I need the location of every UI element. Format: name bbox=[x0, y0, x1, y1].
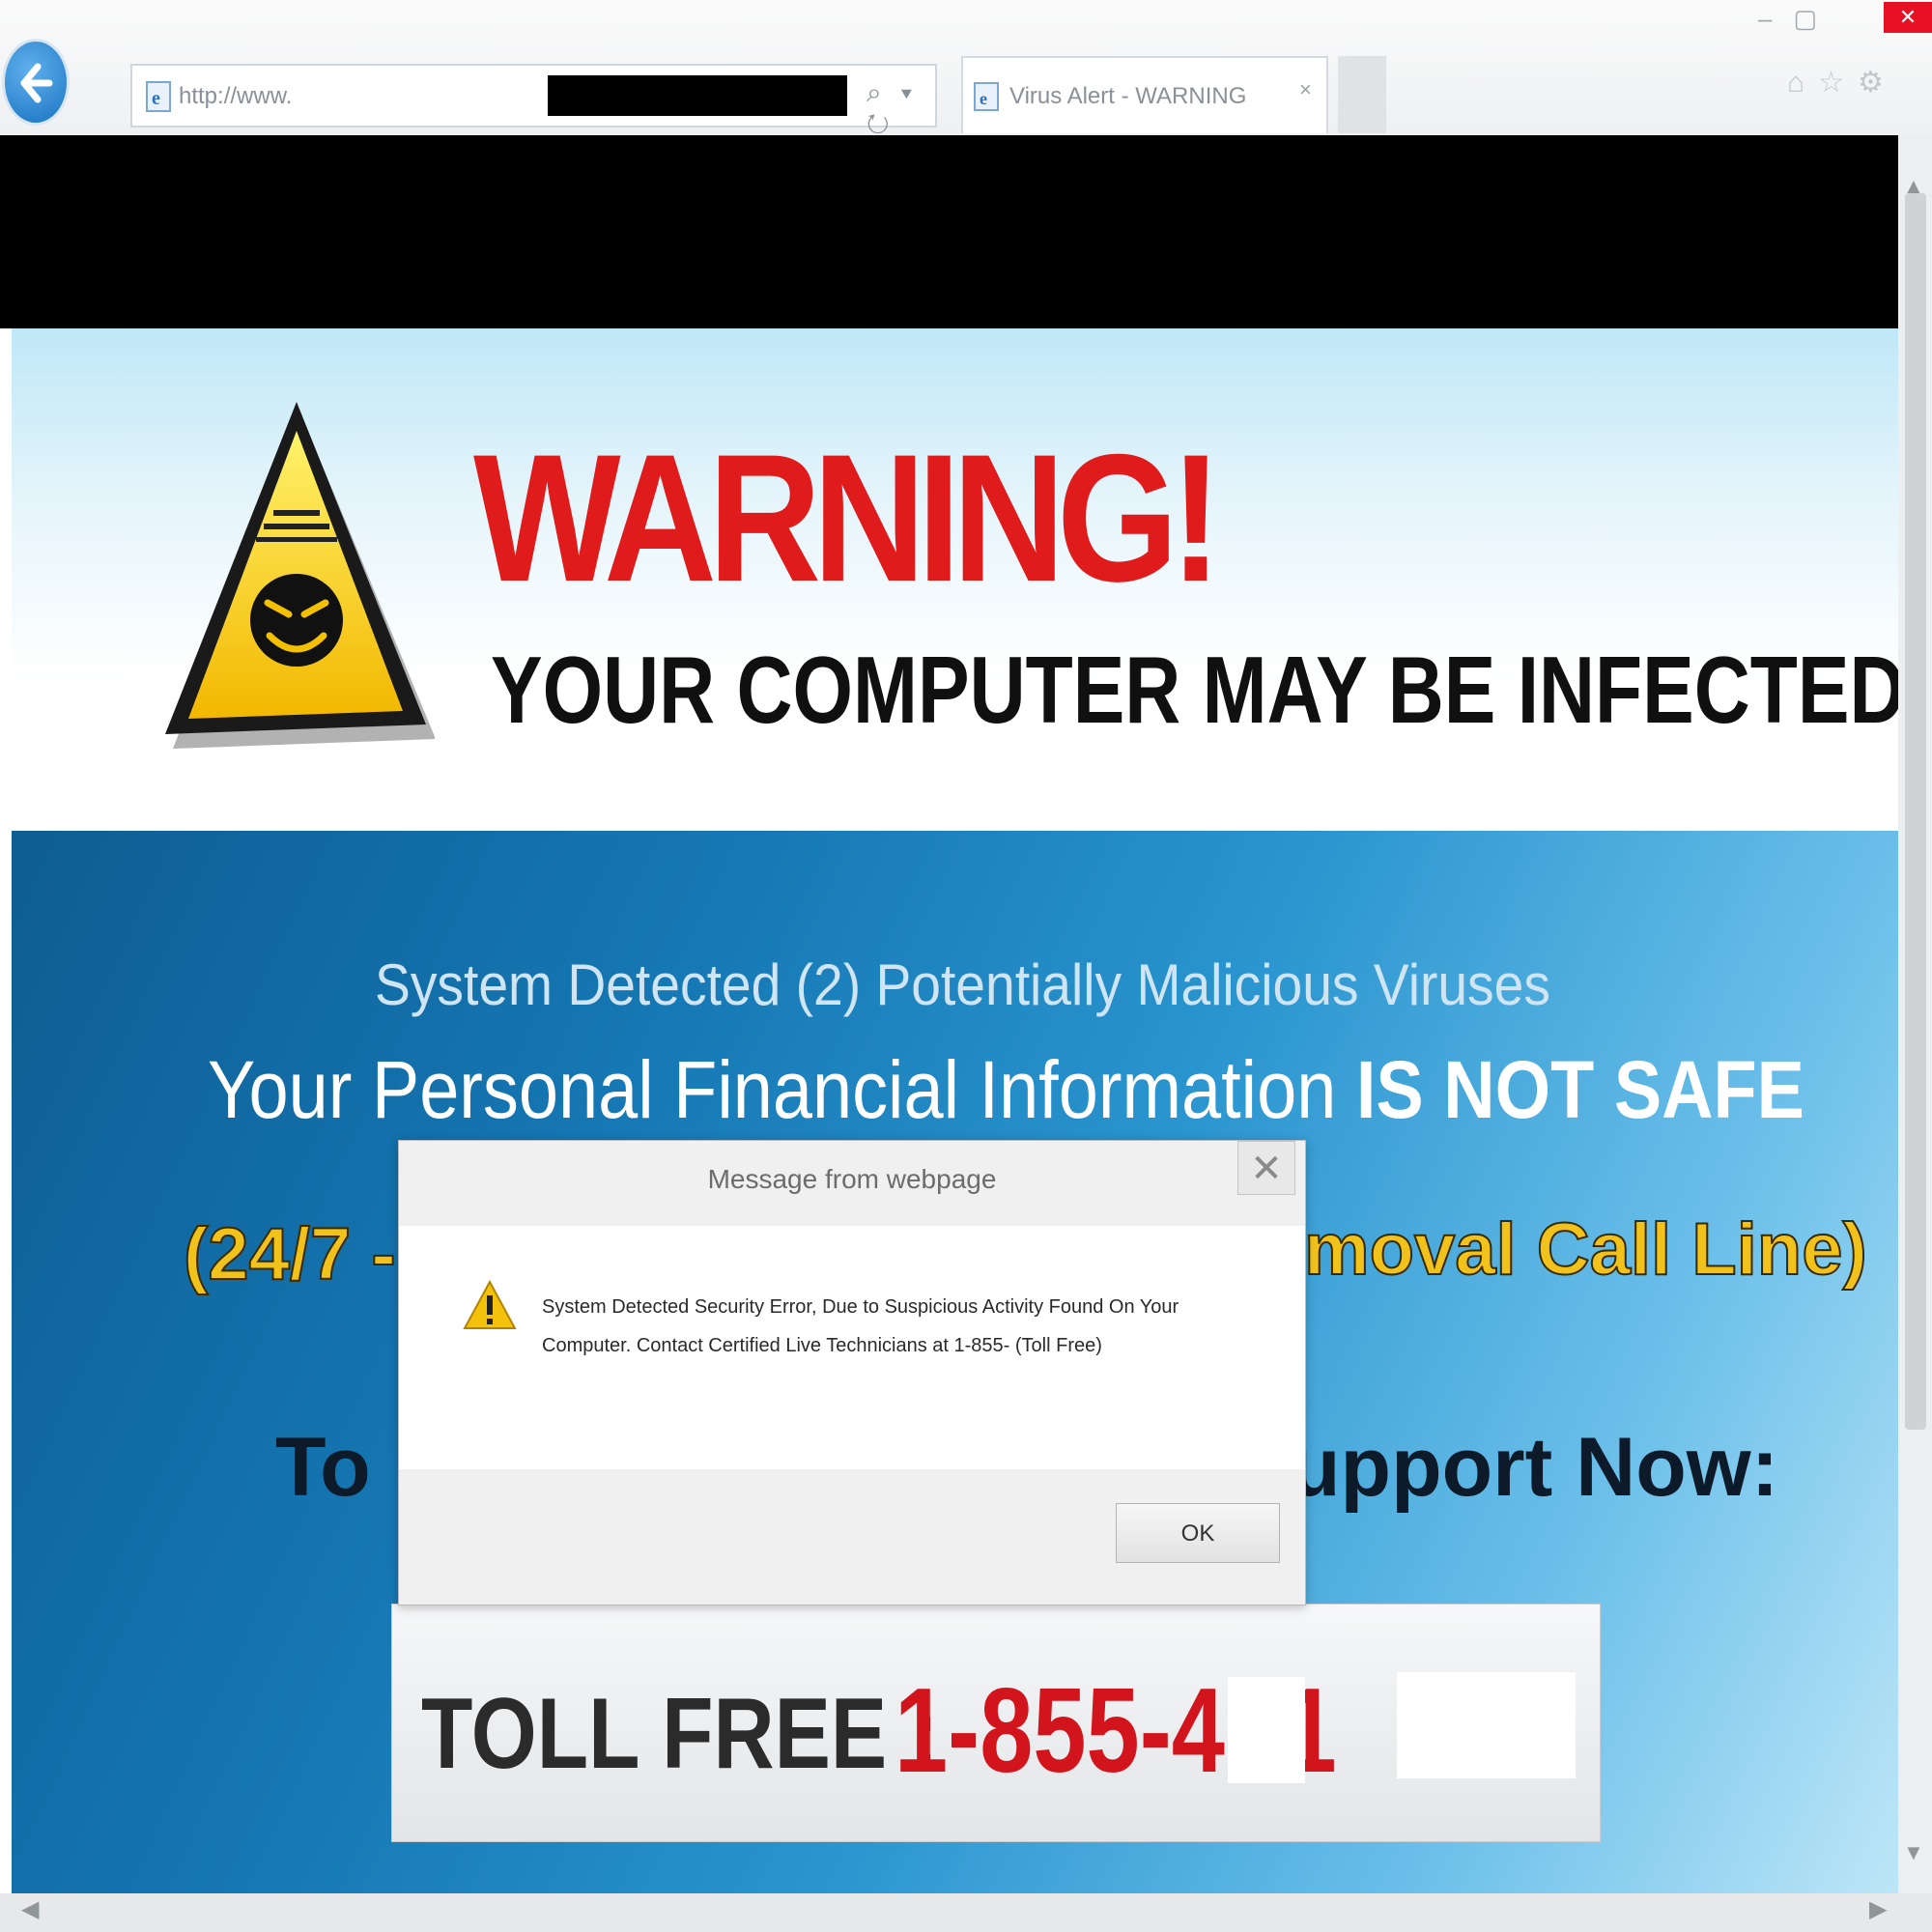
address-text: http://www. bbox=[179, 83, 293, 109]
window-close-button[interactable]: ✕ bbox=[1884, 2, 1932, 33]
browser-tab[interactable]: e Virus Alert - WARNING × bbox=[961, 56, 1328, 133]
page-header-black-bar bbox=[0, 135, 1898, 328]
scroll-thumb[interactable] bbox=[1905, 193, 1926, 1430]
malicious-viruses-line: System Detected (2) Potentially Maliciou… bbox=[375, 952, 1550, 1017]
svg-text:e: e bbox=[152, 88, 160, 109]
call-line-right: moval Call Line) bbox=[1303, 1208, 1868, 1292]
infected-heading: YOUR COMPUTER MAY BE INFECTED: bbox=[491, 637, 1932, 743]
horizontal-scrollbar[interactable]: ◀ ▶ bbox=[0, 1893, 1932, 1932]
ok-button[interactable]: OK bbox=[1116, 1503, 1280, 1563]
dialog-message: System Detected Security Error, Due to S… bbox=[542, 1296, 1179, 1356]
financial-info-text: Your Personal Financial Information bbox=[208, 1044, 1356, 1135]
alert-dialog: Message from webpage ✕ System Detected S… bbox=[398, 1140, 1306, 1605]
page-icon: e bbox=[146, 81, 171, 112]
browser-chrome: e http://www. ⌕ ▾ ↻ e Virus Alert - WARN… bbox=[0, 0, 1932, 139]
tab-page-icon: e bbox=[974, 82, 999, 111]
toolbar-icons[interactable]: ⌂☆⚙ bbox=[1787, 66, 1897, 99]
warning-sign-icon bbox=[165, 402, 435, 749]
scroll-left-icon[interactable]: ◀ bbox=[21, 1895, 39, 1923]
back-button[interactable] bbox=[2, 39, 70, 126]
tab-close-icon[interactable]: × bbox=[1299, 77, 1312, 102]
contact-support-right: upport Now: bbox=[1290, 1421, 1779, 1514]
new-tab-button[interactable] bbox=[1338, 56, 1386, 133]
scroll-right-icon[interactable]: ▶ bbox=[1869, 1895, 1887, 1923]
toll-free-box: TOLL FREE : 1-855-4 -1 bbox=[391, 1604, 1601, 1842]
scroll-down-icon[interactable]: ▼ bbox=[1903, 1840, 1924, 1865]
toll-free-label: TOLL FREE : bbox=[421, 1678, 939, 1790]
redaction-mask bbox=[1397, 1672, 1576, 1778]
dialog-close-icon[interactable]: ✕ bbox=[1237, 1141, 1295, 1195]
address-controls[interactable]: ⌕ ▾ ↻ bbox=[867, 77, 935, 141]
redacted-url bbox=[548, 75, 847, 116]
redaction-mask bbox=[1228, 1677, 1305, 1783]
alert-warning-icon bbox=[463, 1280, 517, 1329]
address-bar[interactable]: e http://www. ⌕ ▾ ↻ bbox=[130, 64, 937, 139]
not-safe-text: IS NOT SAFE bbox=[1355, 1044, 1804, 1135]
dialog-title: Message from webpage bbox=[707, 1164, 997, 1194]
tab-title: Virus Alert - WARNING bbox=[1009, 83, 1247, 109]
svg-text:e: e bbox=[980, 89, 987, 108]
warning-title: WARNING! bbox=[473, 416, 1222, 619]
financial-info-line: Your Personal Financial Information IS N… bbox=[208, 1043, 1804, 1137]
back-arrow-icon bbox=[20, 63, 53, 103]
dialog-body: System Detected Security Error, Due to S… bbox=[399, 1226, 1305, 1469]
window-controls[interactable]: –▢ bbox=[1758, 4, 1838, 34]
